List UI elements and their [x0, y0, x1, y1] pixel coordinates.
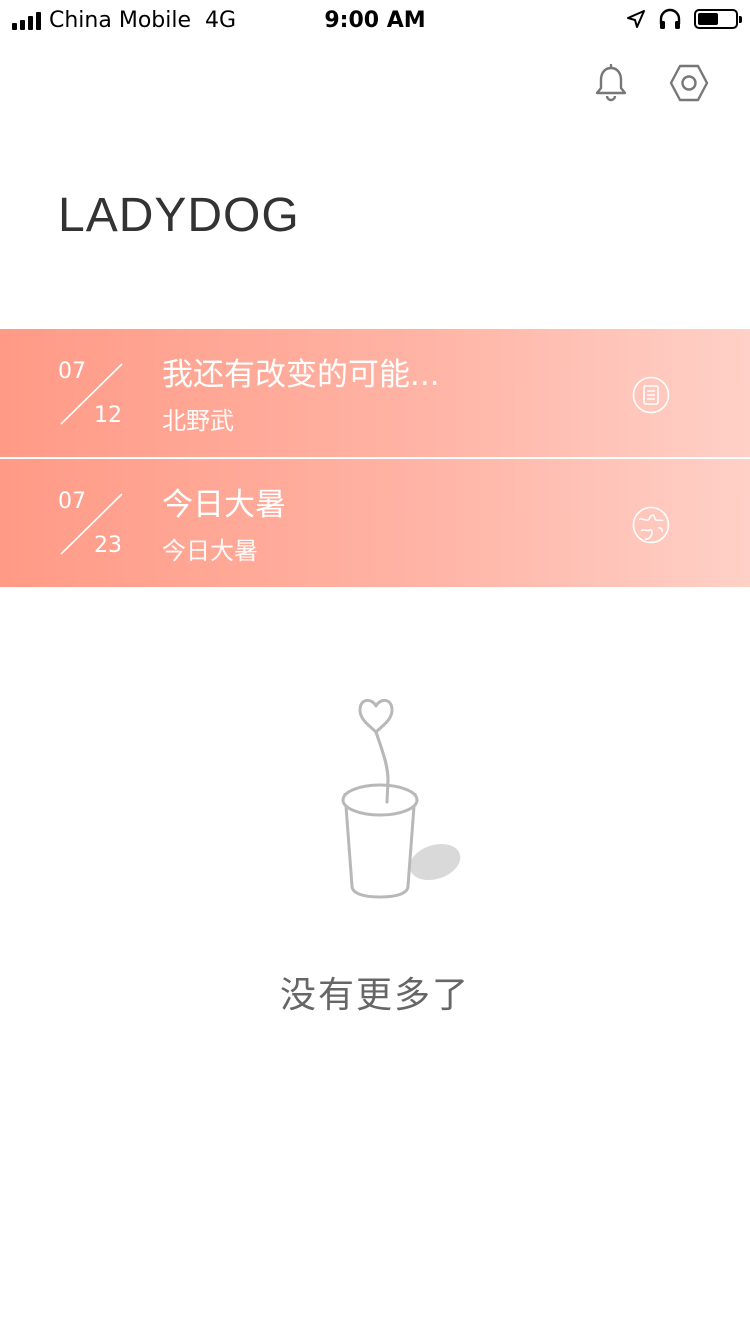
item-title: 今日大暑: [162, 487, 286, 523]
battery-icon: [694, 9, 742, 29]
status-bar: China Mobile 4G 9:00 AM: [0, 0, 750, 40]
cup-with-heart-icon: [341, 699, 461, 899]
empty-message: 没有更多了: [279, 975, 470, 1016]
entry-list: 07 12 我还有改变的可能... 北野武 07 23 今日大暑 今日大暑: [0, 329, 750, 589]
headphones-icon: [659, 8, 681, 29]
list-item[interactable]: 07 12 我还有改变的可能... 北野武: [0, 329, 750, 459]
settings-hexagon-icon[interactable]: [668, 62, 710, 104]
page-title: LADYDOG: [58, 189, 300, 242]
list-item[interactable]: 07 23 今日大暑 今日大暑: [0, 459, 750, 589]
item-title: 我还有改变的可能...: [162, 357, 440, 393]
date-day: 12: [94, 403, 122, 428]
globe-icon: [632, 506, 670, 544]
item-subtitle: 今日大暑: [162, 537, 258, 565]
bell-icon[interactable]: [590, 62, 632, 104]
date-day: 23: [94, 533, 122, 558]
item-subtitle: 北野武: [162, 407, 234, 435]
status-right: [626, 8, 742, 30]
document-icon: [632, 376, 670, 414]
header-actions: [590, 62, 710, 104]
location-arrow-icon: [627, 10, 645, 28]
